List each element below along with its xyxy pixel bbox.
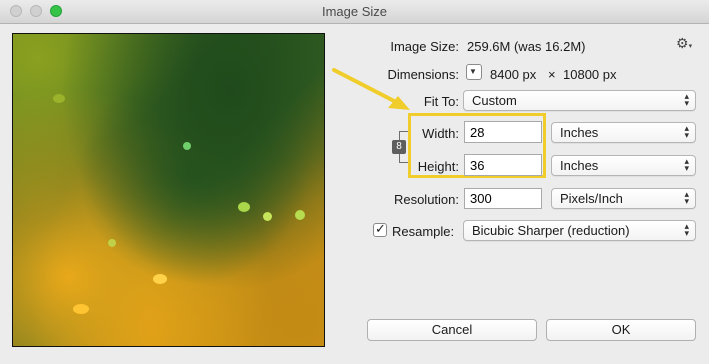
width-unit-value: Inches — [560, 125, 599, 140]
resolution-unit-select[interactable]: Pixels/Inch ▴ ▾ — [551, 188, 696, 209]
dimensions-separator: × — [548, 67, 556, 82]
image-preview[interactable] — [12, 33, 325, 347]
up-down-arrows-icon: ▴ ▾ — [684, 221, 689, 238]
width-unit-select[interactable]: Inches ▴ ▾ — [551, 122, 696, 143]
up-down-arrows-icon: ▴ ▾ — [684, 123, 689, 140]
image-size-label: Image Size: — [390, 39, 459, 54]
dimensions-menu-button[interactable]: ▼ — [466, 64, 482, 80]
checkmark-icon: ✓ — [375, 221, 386, 236]
height-label: Height: — [417, 159, 459, 174]
resolution-input[interactable] — [464, 188, 542, 209]
chain-link-icon[interactable]: 8 — [392, 140, 406, 154]
height-unit-value: Inches — [560, 158, 599, 173]
up-down-arrows-icon: ▴ ▾ — [684, 156, 689, 173]
height-unit-select[interactable]: Inches ▴ ▾ — [551, 155, 696, 176]
image-size-value: 259.6M (was 16.2M) — [467, 39, 586, 54]
resample-select[interactable]: Bicubic Sharper (reduction) ▴ ▾ — [463, 220, 696, 241]
arrow-annotation — [332, 68, 410, 110]
up-down-arrows-icon: ▴ ▾ — [684, 189, 689, 206]
cancel-button[interactable]: Cancel — [367, 319, 537, 341]
resample-label: Resample: — [392, 224, 455, 239]
dimensions-height: 10800 px — [563, 67, 617, 82]
window-title: Image Size — [321, 4, 388, 19]
dimensions-width: 8400 px — [490, 67, 537, 82]
up-down-arrows-icon: ▴ ▾ — [684, 91, 689, 108]
height-input[interactable] — [464, 154, 542, 176]
resample-checkbox[interactable]: ✓ — [373, 221, 387, 237]
fit-to-select[interactable]: Custom ▴ ▾ — [463, 90, 696, 111]
ok-button[interactable]: OK — [546, 319, 696, 341]
fit-to-value: Custom — [472, 93, 517, 108]
width-input[interactable] — [464, 121, 542, 143]
gear-icon[interactable]: ⚙▾ — [676, 35, 692, 52]
resolution-label: Resolution: — [393, 192, 459, 207]
title-bar: Image Size — [0, 0, 709, 24]
resolution-unit-value: Pixels/Inch — [560, 191, 623, 206]
width-label: Width: — [422, 126, 459, 141]
triangle-down-icon: ▼ — [469, 67, 477, 76]
resample-value: Bicubic Sharper (reduction) — [472, 223, 630, 238]
